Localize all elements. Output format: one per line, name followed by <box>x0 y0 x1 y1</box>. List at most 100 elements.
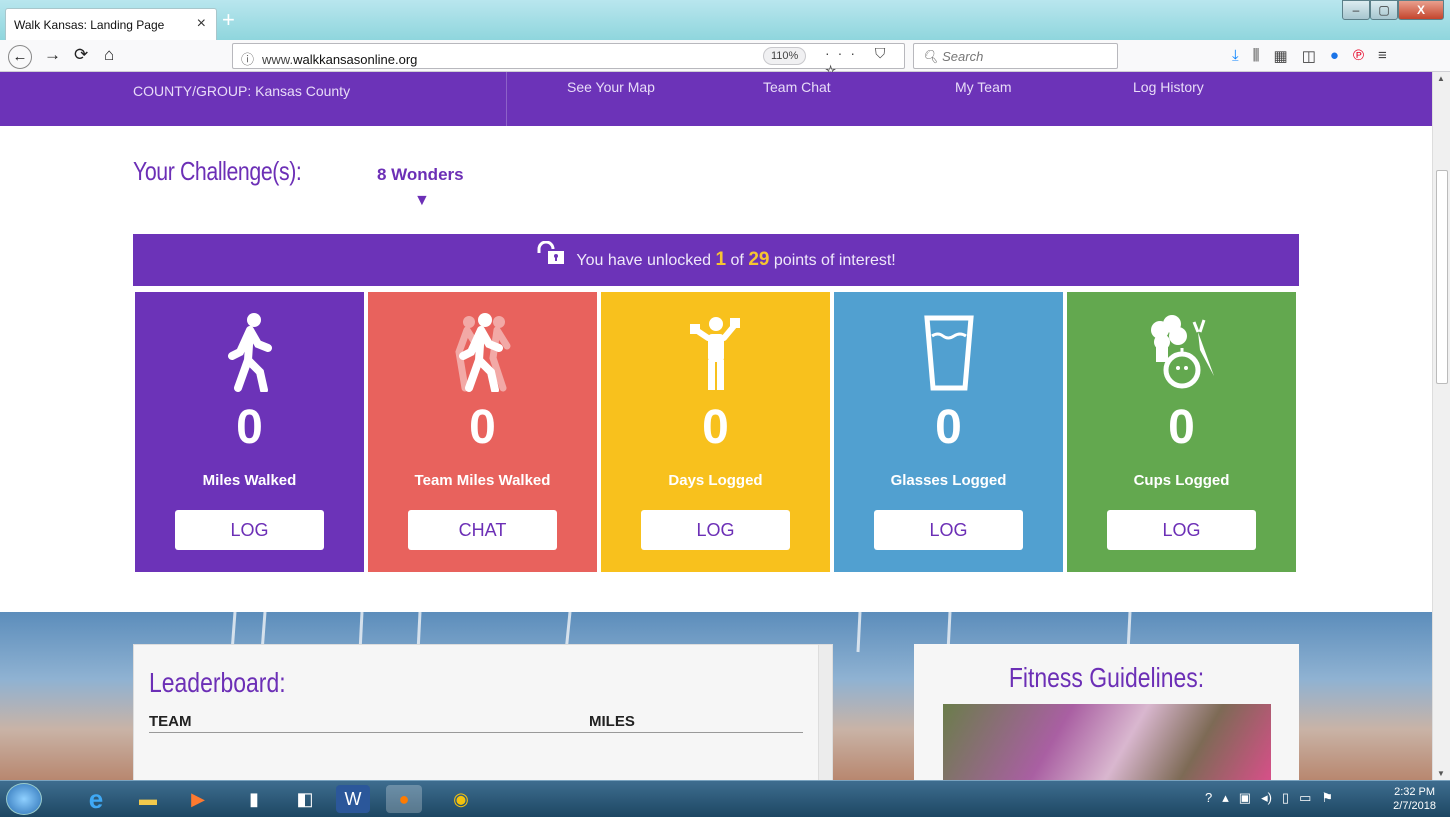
internet-explorer-icon[interactable]: e <box>78 784 114 814</box>
home-button[interactable]: ⌂ <box>104 45 114 65</box>
browser-toolbar: ← → ⟳ ⌂ ⓘ www.walkkansasonline.org 110% ·… <box>0 40 1450 78</box>
power-icon[interactable]: ▯ <box>1282 790 1289 806</box>
url-prefix: www. <box>262 52 294 67</box>
card-days-logged: 0 Days Logged LOG <box>601 292 830 572</box>
scroll-up-icon[interactable]: ▲ <box>1437 74 1445 83</box>
glasses-logged-label: Glasses Logged <box>890 472 1007 489</box>
clock-date: 2/7/2018 <box>1393 800 1436 812</box>
maximize-button[interactable]: ▢ <box>1370 0 1398 20</box>
glasses-logged-value: 0 <box>935 401 962 454</box>
tab-strip: Walk Kansas: Landing Page × + – ▢ X <box>0 0 1450 40</box>
log-glasses-button[interactable]: LOG <box>874 510 1023 550</box>
extension-icon[interactable]: ▦ <box>1274 47 1288 65</box>
start-button[interactable] <box>6 783 42 815</box>
back-button[interactable]: ← <box>8 45 32 69</box>
challenge-selector[interactable]: 8 Wonders <box>377 165 464 185</box>
help-icon[interactable]: ? <box>1205 790 1212 806</box>
page-scrollbar[interactable]: ▲ ▼ <box>1432 72 1450 780</box>
card-miles-walked: 0 Miles Walked LOG <box>135 292 364 572</box>
weightlifter-icon <box>601 312 830 400</box>
network-icon[interactable]: ▣ <box>1239 790 1251 806</box>
leaderboard-scrollbar[interactable] <box>818 645 832 780</box>
download-icon[interactable]: ⤓ <box>1232 47 1239 65</box>
nav-team-chat[interactable]: Team Chat <box>763 79 831 95</box>
leaderboard-col-miles: MILES <box>589 713 635 730</box>
system-tray: ? ▴ ▣ ◂) ▯ ▭ ⚑ <box>1205 790 1333 806</box>
browser-tab[interactable]: Walk Kansas: Landing Page × <box>5 8 217 40</box>
toolbar-icons: ⤓ ⫼ ▦ ◫ ● ℗ ≡ <box>1232 47 1387 65</box>
fitness-title: Fitness Guidelines: <box>1008 662 1205 693</box>
log-days-button[interactable]: LOG <box>641 510 790 550</box>
scroll-down-icon[interactable]: ▼ <box>1437 769 1445 778</box>
nav-see-your-map[interactable]: See Your Map <box>567 79 655 95</box>
tray-expand-icon[interactable]: ▴ <box>1222 790 1229 806</box>
team-walkers-icon <box>368 312 597 400</box>
unlocked-count: 1 <box>715 249 727 270</box>
search-icon: 🔍︎ <box>922 49 943 64</box>
produce-icon <box>1067 312 1296 400</box>
sidebar-icon[interactable]: ◫ <box>1302 47 1316 65</box>
clock-time: 2:32 PM <box>1394 786 1436 798</box>
days-logged-label: Days Logged <box>668 472 763 489</box>
leaderboard-panel: Leaderboard: TEAM MILES <box>133 644 833 780</box>
scroll-thumb[interactable] <box>1436 170 1448 384</box>
page-content: COUNTY/GROUP: Kansas County See Your Map… <box>0 72 1432 780</box>
leaderboard-col-team: TEAM <box>149 713 192 730</box>
team-chat-button[interactable]: CHAT <box>408 510 557 550</box>
cups-logged-label: Cups Logged <box>1133 472 1230 489</box>
library-icon[interactable]: ⫼ <box>1253 47 1260 65</box>
windows-taskbar: e ▬ ▶ ▮ ◧ W ● ◉ ? ▴ ▣ ◂) ▯ ▭ ⚑ 2:32 PM 2… <box>0 780 1450 817</box>
close-tab-icon[interactable]: × <box>197 15 206 33</box>
water-glass-icon <box>834 312 1063 400</box>
card-glasses-logged: 0 Glasses Logged LOG <box>834 292 1063 572</box>
url-bar[interactable]: ⓘ www.walkkansasonline.org 110% ··· ⛉ ☆ <box>232 43 905 78</box>
word-icon[interactable]: W <box>336 785 370 813</box>
leaderboard-title: Leaderboard: <box>149 667 286 698</box>
display-icon[interactable]: ▭ <box>1299 790 1311 806</box>
media-player-icon[interactable]: ▶ <box>180 785 216 813</box>
taskbar-clock[interactable]: 2:32 PM 2/7/2018 <box>1393 785 1436 813</box>
card-team-miles-walked: 0 Team Miles Walked CHAT <box>368 292 597 572</box>
fitness-guidelines-panel: Fitness Guidelines: <box>914 644 1299 780</box>
walker-icon <box>135 312 364 400</box>
team-miles-value: 0 <box>469 401 496 454</box>
action-center-icon[interactable]: ⚑ <box>1321 790 1333 806</box>
search-input[interactable]: 🔍︎ Search <box>913 43 1118 69</box>
site-info-icon[interactable]: ⓘ <box>241 52 254 67</box>
window-app-icon[interactable]: ◧ <box>287 785 323 813</box>
log-miles-button[interactable]: LOG <box>175 510 324 550</box>
pinterest-icon[interactable]: ℗ <box>1353 47 1364 65</box>
notepad-icon[interactable]: ▮ <box>236 785 272 813</box>
firefox-icon[interactable]: ● <box>386 785 422 813</box>
ghostery-icon[interactable]: ● <box>1330 47 1339 65</box>
forward-button[interactable]: → <box>44 45 61 65</box>
team-miles-label: Team Miles Walked <box>414 472 551 489</box>
log-cups-button[interactable]: LOG <box>1107 510 1256 550</box>
leaderboard-divider <box>149 732 803 733</box>
browser-window: Walk Kansas: Landing Page × + – ▢ X ← → … <box>0 0 1450 817</box>
minimize-button[interactable]: – <box>1342 0 1370 20</box>
county-value: Kansas County <box>255 83 351 99</box>
unlock-prefix: You have unlocked <box>576 252 712 269</box>
new-tab-button[interactable]: + <box>222 7 235 33</box>
nav-my-team[interactable]: My Team <box>955 79 1012 95</box>
reload-button[interactable]: ⟳ <box>74 45 88 65</box>
unlock-suffix: points of interest! <box>773 252 896 269</box>
unlock-icon <box>536 235 566 287</box>
fitness-photo <box>943 704 1271 780</box>
close-window-button[interactable]: X <box>1398 0 1444 20</box>
card-cups-logged: 0 Cups Logged LOG <box>1067 292 1296 572</box>
file-explorer-icon[interactable]: ▬ <box>130 785 166 813</box>
zoom-indicator[interactable]: 110% <box>763 47 807 65</box>
challenge-dropdown-icon[interactable]: ▼ <box>414 192 430 210</box>
nav-divider <box>506 72 507 126</box>
url-domain: walkkansasonline.org <box>293 52 418 67</box>
county-group: COUNTY/GROUP: Kansas County <box>133 83 350 99</box>
cups-logged-value: 0 <box>1168 401 1195 454</box>
volume-icon[interactable]: ◂) <box>1261 790 1272 806</box>
challenge-heading: Your Challenge(s): <box>133 156 302 186</box>
nav-log-history[interactable]: Log History <box>1133 79 1204 95</box>
chrome-icon[interactable]: ◉ <box>443 785 479 813</box>
site-nav: COUNTY/GROUP: Kansas County See Your Map… <box>0 72 1432 126</box>
menu-icon[interactable]: ≡ <box>1378 47 1387 65</box>
